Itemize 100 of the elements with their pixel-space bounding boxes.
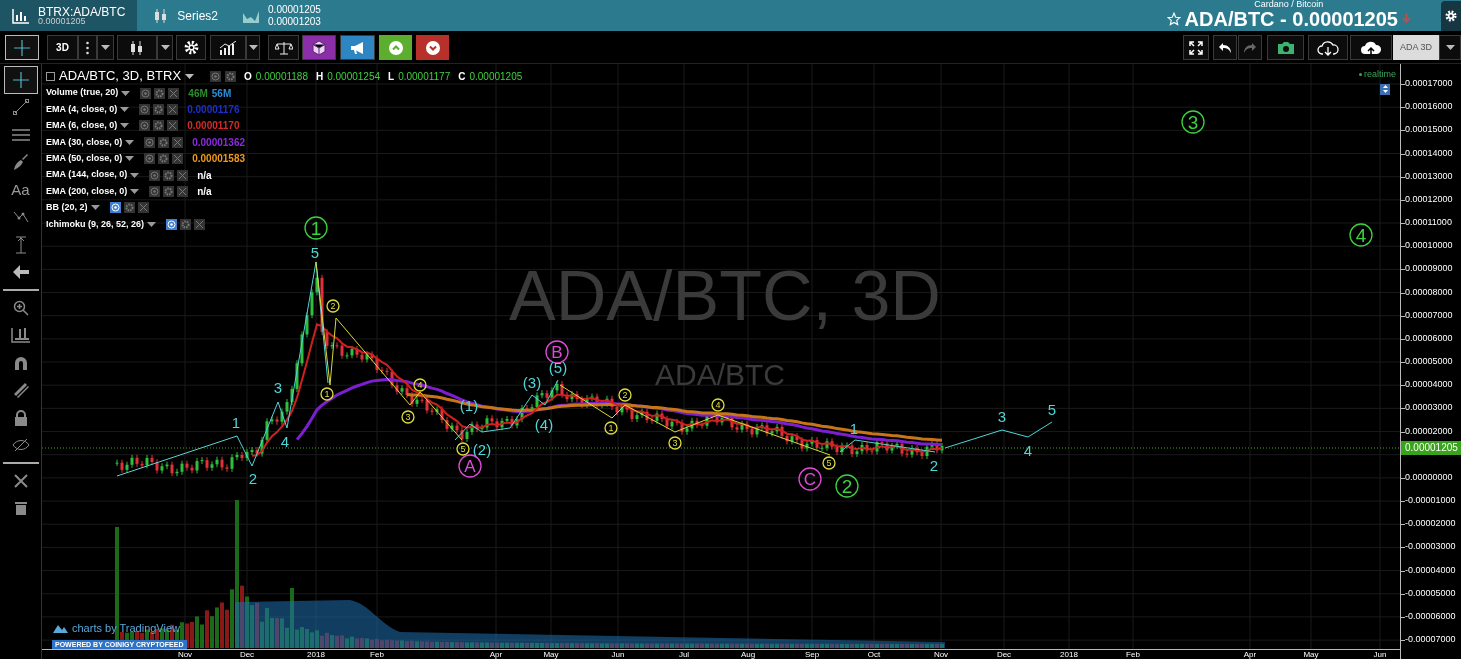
ohlc-key: L bbox=[388, 68, 395, 84]
down-button[interactable] bbox=[416, 35, 449, 60]
price-label: -0.00001000 bbox=[1405, 496, 1456, 506]
last-price-label: 0.00001205 bbox=[1401, 441, 1461, 455]
snapshot-button[interactable] bbox=[1267, 35, 1304, 60]
indicator-value: 46M bbox=[188, 86, 208, 101]
more-button[interactable] bbox=[78, 35, 97, 60]
wave-label: 3 bbox=[401, 410, 415, 424]
scale-button[interactable] bbox=[1380, 83, 1390, 95]
magnet-icon bbox=[12, 354, 29, 371]
dropdown-button[interactable] bbox=[157, 35, 173, 60]
indicator-name[interactable]: EMA (4, close, 0) bbox=[46, 102, 118, 117]
settings-button[interactable] bbox=[1441, 1, 1461, 31]
star-icon[interactable] bbox=[1166, 11, 1181, 26]
remove-button[interactable] bbox=[167, 104, 179, 116]
wave-number: 3 bbox=[273, 379, 283, 397]
remove-button[interactable] bbox=[177, 169, 189, 181]
remove-button[interactable] bbox=[168, 87, 180, 99]
cloud-upload-icon bbox=[1360, 39, 1382, 56]
time-label: Aug bbox=[740, 651, 756, 659]
redo-button[interactable] bbox=[1238, 35, 1262, 60]
indicator-value: 0.00001362 bbox=[192, 135, 246, 150]
ohlc-value: 0.00001254 bbox=[327, 69, 381, 84]
trash-icon bbox=[14, 501, 27, 516]
price-label: 0.00017000 bbox=[1405, 79, 1453, 88]
bar-chart-icon bbox=[219, 40, 237, 55]
ohlc-value: 0.00001205 bbox=[469, 69, 523, 84]
dropdown-button[interactable] bbox=[246, 35, 260, 60]
remove-button[interactable] bbox=[172, 136, 184, 148]
wave-label: 1 bbox=[304, 216, 328, 240]
wave-label: 5 bbox=[456, 442, 470, 456]
interval-button[interactable]: 3D bbox=[47, 35, 78, 60]
price-label: -0.00006000 bbox=[1405, 611, 1456, 621]
dropdown-button[interactable] bbox=[97, 35, 114, 60]
price-label: 0.00005000 bbox=[1405, 357, 1453, 367]
symbol-tab[interactable]: 0.00001205 0.00001203 bbox=[230, 0, 333, 31]
symbol-title[interactable]: ADA/BTC, 3D, BTRX bbox=[59, 66, 182, 86]
down-arrow-icon bbox=[1402, 13, 1411, 24]
symbol-price-title: ADA/BTC - 0.00001205 bbox=[1184, 8, 1398, 29]
crosshair-button[interactable] bbox=[5, 35, 39, 60]
caret-icon bbox=[160, 45, 170, 50]
wave-label: 1 bbox=[604, 421, 618, 435]
collapse-button[interactable] bbox=[46, 71, 55, 81]
time-label: Dec bbox=[239, 651, 255, 659]
crosshair-icon bbox=[11, 70, 30, 89]
price-label: 0.00011000 bbox=[1405, 218, 1452, 227]
remove-button[interactable] bbox=[172, 153, 184, 165]
indicators-button[interactable] bbox=[210, 35, 246, 60]
indicator-name[interactable]: EMA (30, close, 0) bbox=[46, 135, 123, 150]
wave-label: 4 bbox=[413, 378, 427, 392]
dropdown-button[interactable] bbox=[1439, 35, 1461, 60]
remove-button[interactable] bbox=[194, 218, 206, 230]
settings-icon bbox=[183, 40, 199, 55]
indicator-name[interactable]: EMA (50, close, 0) bbox=[46, 152, 123, 166]
lock-icon bbox=[13, 409, 28, 426]
indicator-name[interactable]: Volume (true, 20) bbox=[46, 86, 119, 100]
fullscreen-button[interactable] bbox=[1183, 35, 1209, 60]
zoom-in-icon bbox=[12, 299, 29, 316]
symbol-tab[interactable]: Series2 bbox=[141, 0, 231, 31]
ruler-icon bbox=[10, 327, 31, 344]
pencils-icon bbox=[12, 382, 29, 399]
remove-button[interactable] bbox=[137, 202, 149, 214]
visibility-button[interactable] bbox=[109, 202, 121, 214]
price-label: 0.00013000 bbox=[1405, 171, 1453, 181]
indicator-name[interactable]: EMA (200, close, 0) bbox=[46, 184, 128, 199]
time-label: May bbox=[543, 651, 559, 659]
text-tool-button[interactable]: Aa bbox=[3, 176, 38, 204]
time-label: Jun bbox=[1373, 651, 1387, 659]
chart-style-button[interactable] bbox=[117, 35, 157, 60]
visibility-button[interactable] bbox=[166, 218, 178, 230]
left-arrow-icon bbox=[12, 265, 29, 280]
remove-button[interactable] bbox=[177, 186, 189, 198]
save-button[interactable] bbox=[1350, 35, 1392, 60]
price-label: 0.00004000 bbox=[1405, 380, 1453, 390]
bar-chart-icon bbox=[12, 7, 30, 24]
indicator-name[interactable]: EMA (144, close, 0) bbox=[46, 168, 128, 182]
layout-button[interactable]: ADA 3D bbox=[1393, 35, 1439, 60]
caret-icon bbox=[248, 45, 258, 50]
compare-button[interactable] bbox=[268, 35, 299, 60]
wave-number: 5 bbox=[1047, 401, 1057, 419]
load-button[interactable] bbox=[1308, 35, 1348, 60]
undo-button[interactable] bbox=[1213, 35, 1237, 60]
wave-number: 4 bbox=[280, 433, 290, 451]
crosshair-tool-button[interactable] bbox=[3, 66, 38, 94]
announcement-button[interactable] bbox=[340, 35, 375, 60]
time-label: Nov bbox=[933, 651, 949, 659]
cube-button[interactable] bbox=[302, 35, 336, 60]
remove-button[interactable] bbox=[167, 120, 179, 132]
indicator-name[interactable]: EMA (6, close, 0) bbox=[46, 119, 118, 133]
cloud-download-icon bbox=[1317, 39, 1339, 56]
time-label: Feb bbox=[1126, 651, 1140, 659]
price-label: 0.00007000 bbox=[1405, 310, 1453, 320]
indicator-name[interactable]: Ichimoku (9, 26, 52, 26) bbox=[46, 217, 145, 232]
price-label: 0.00008000 bbox=[1405, 287, 1453, 297]
indicator-value: n/a bbox=[197, 185, 212, 200]
caret-icon bbox=[130, 189, 140, 195]
symbol-tab[interactable]: BTRX:ADA/BTC 0.00001205 bbox=[0, 0, 138, 31]
settings-button[interactable] bbox=[176, 35, 206, 60]
price-label: 0.00006000 bbox=[1405, 333, 1453, 343]
indicator-name[interactable]: BB (20, 2) bbox=[46, 201, 88, 215]
